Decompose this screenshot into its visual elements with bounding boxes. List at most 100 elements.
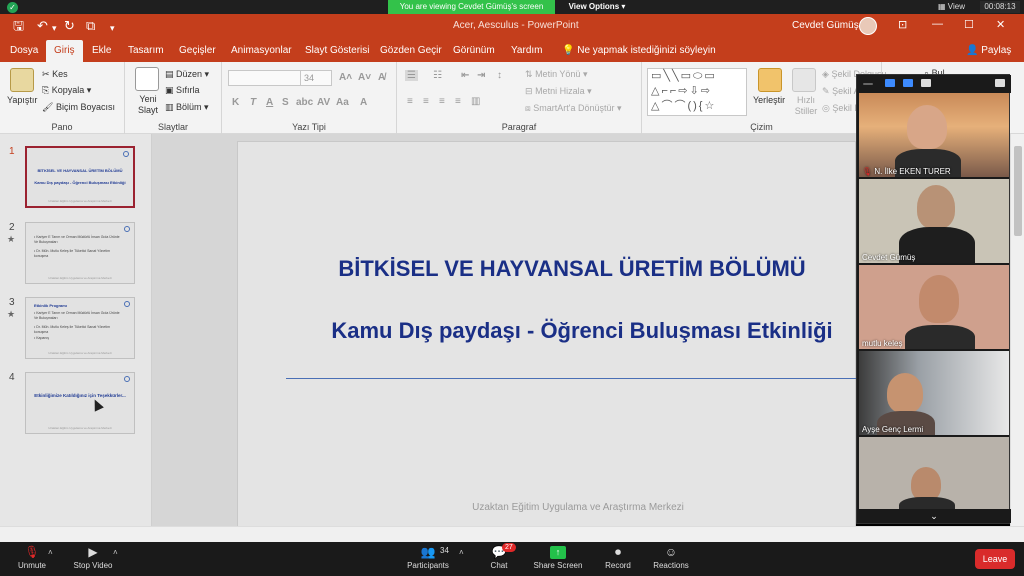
new-slide-button[interactable]: Yeni Slayt bbox=[134, 94, 162, 116]
shrink-font-icon[interactable]: A˅ bbox=[358, 72, 371, 83]
ribbon-display-icon[interactable]: ⊡ bbox=[898, 18, 907, 31]
tab-yardim[interactable]: Yardım bbox=[509, 40, 545, 62]
change-case-icon[interactable]: Aa bbox=[336, 97, 349, 108]
speaker-view-icon[interactable] bbox=[903, 79, 913, 87]
undo-icon[interactable]: ↶ bbox=[37, 18, 48, 34]
current-slide[interactable]: BİTKİSEL VE HAYVANSAL ÜRETİM BÖLÜMÜ Kamu… bbox=[237, 141, 857, 531]
customize-toolbar-icon[interactable]: ▾ bbox=[110, 20, 115, 36]
slide-thumbnail-4[interactable]: Etkinliğimize Katıldığınız için Teşekkür… bbox=[25, 372, 135, 434]
slide-thumbnail-2[interactable]: • Kariyer E Tarım ve Orman Müdürlü İnsan… bbox=[25, 222, 135, 284]
font-name-combo[interactable] bbox=[228, 70, 302, 86]
leave-button[interactable]: Leave bbox=[975, 549, 1015, 569]
avatar[interactable] bbox=[859, 17, 877, 35]
participant-tile[interactable]: mutlu keleş bbox=[859, 265, 1009, 349]
record-button[interactable]: ⏺ Record bbox=[600, 542, 636, 576]
ribbon-tabs: Dosya Giriş Ekle Tasarım Geçişler Animas… bbox=[0, 40, 1024, 62]
quick-styles-icon[interactable] bbox=[792, 68, 816, 92]
copy-button[interactable]: ⎘ Kopyala ▾ bbox=[42, 85, 91, 96]
paste-button[interactable]: Yapıştır bbox=[7, 95, 37, 105]
tab-gorunum[interactable]: Görünüm bbox=[451, 40, 497, 62]
tab-gozden-gecir[interactable]: Gözden Geçir bbox=[378, 40, 444, 62]
shield-icon[interactable]: ✓ bbox=[7, 2, 18, 13]
close-icon[interactable]: ✕ bbox=[996, 18, 1005, 31]
tab-giris[interactable]: Giriş bbox=[46, 40, 83, 62]
slide-subtitle[interactable]: Kamu Dış paydaşı - Öğrenci Buluşması Etk… bbox=[288, 316, 876, 345]
scrollbar-thumb[interactable] bbox=[1014, 146, 1022, 236]
reactions-button[interactable]: ☺ Reactions bbox=[650, 542, 692, 576]
increase-indent-icon[interactable]: ⇥ bbox=[477, 70, 485, 81]
chevron-down-icon[interactable]: ▾ bbox=[52, 20, 57, 36]
strikethrough-icon[interactable]: abc bbox=[296, 97, 313, 108]
participant-video bbox=[919, 275, 959, 323]
align-text-button[interactable]: ⊟ Metni Hizala ▾ bbox=[525, 86, 592, 97]
pen-icon: ✎ bbox=[822, 86, 830, 96]
tab-dosya[interactable]: Dosya bbox=[8, 40, 40, 62]
tell-me-search[interactable]: 💡 Ne yapmak istediğinizi söyleyin bbox=[562, 40, 716, 62]
participant-tile[interactable] bbox=[859, 437, 1009, 509]
minimize-strip-icon[interactable] bbox=[863, 83, 873, 85]
quick-styles-button[interactable]: Hızlı Stiller bbox=[792, 95, 820, 117]
slide-title[interactable]: BİTKİSEL VE HAYVANSAL ÜRETİM BÖLÜMÜ bbox=[288, 256, 856, 282]
decrease-indent-icon[interactable]: ⇤ bbox=[461, 70, 469, 81]
minimize-icon[interactable]: — bbox=[932, 18, 943, 30]
present-icon[interactable]: ⧉ bbox=[86, 18, 95, 34]
tab-ekle[interactable]: Ekle bbox=[90, 40, 113, 62]
columns-icon[interactable]: ▥ bbox=[471, 96, 480, 107]
bullets-icon[interactable]: ☰ bbox=[405, 70, 418, 81]
maximize-icon[interactable]: ☐ bbox=[964, 18, 974, 31]
participant-tile[interactable]: Cevdet Gümüş bbox=[859, 179, 1009, 263]
arrange-button[interactable]: Yerleştir bbox=[753, 95, 785, 105]
tab-gecisler[interactable]: Geçişler bbox=[177, 40, 218, 62]
tab-slayt-gosterisi[interactable]: Slayt Gösterisi bbox=[303, 40, 371, 62]
justify-icon[interactable]: ≡ bbox=[455, 96, 461, 107]
clear-format-icon[interactable]: A̸ bbox=[378, 72, 385, 83]
font-size-combo[interactable]: 34 bbox=[300, 70, 332, 86]
participant-tile[interactable]: 🎙 N. İlke EKEN TURER bbox=[859, 93, 1009, 177]
audio-options-icon[interactable]: ˄ bbox=[48, 548, 53, 557]
save-icon[interactable]: 🖫 bbox=[13, 18, 24, 34]
view-options-button[interactable]: View Options ▾ bbox=[558, 0, 636, 14]
gallery-view-icon[interactable] bbox=[921, 79, 931, 87]
user-name[interactable]: Cevdet Gümüş bbox=[792, 20, 859, 31]
arrange-icon[interactable] bbox=[758, 68, 782, 92]
tab-animasyonlar[interactable]: Animasyonlar bbox=[229, 40, 294, 62]
spacing-icon[interactable]: AV bbox=[317, 97, 330, 108]
share-screen-button[interactable]: ↑ Share Screen bbox=[532, 542, 584, 576]
align-right-icon[interactable]: ≡ bbox=[439, 96, 445, 107]
section-button[interactable]: ▥ Bölüm ▾ bbox=[165, 102, 209, 113]
italic-icon[interactable]: T bbox=[250, 97, 256, 108]
participant-tile[interactable]: Ayşe Genç Lermi bbox=[859, 351, 1009, 435]
shapes-gallery[interactable]: ▭╲╲▭⬭▭ △⌐⌐⇨⇩⇨ △⌒⌒(){☆ bbox=[647, 68, 747, 116]
smartart-button[interactable]: ⧈ SmartArt'a Dönüştür ▾ bbox=[525, 103, 622, 114]
paste-icon[interactable] bbox=[10, 68, 34, 92]
share-button[interactable]: 👤 Paylaş bbox=[966, 40, 1011, 62]
ppt-title-bar: 🖫 ↶ ▾ ↻ ⧉ ▾ Acer, Aesculus - PowerPoint … bbox=[0, 14, 1024, 40]
vertical-scrollbar[interactable] bbox=[1010, 134, 1024, 526]
video-options-icon[interactable]: ˄ bbox=[113, 548, 118, 557]
format-painter-button[interactable]: 🖌 Biçim Boyacısı bbox=[42, 102, 115, 113]
shadow-icon[interactable]: S bbox=[282, 97, 289, 108]
swap-view-icon[interactable] bbox=[995, 79, 1005, 87]
new-slide-icon[interactable] bbox=[135, 67, 159, 91]
underline-icon[interactable]: A bbox=[266, 97, 273, 108]
slide-thumbnail-3[interactable]: Etkinlik Programı • Kariyer E Tarım ve O… bbox=[25, 297, 135, 359]
tab-tasarim[interactable]: Tasarım bbox=[126, 40, 166, 62]
strip-view-icon[interactable] bbox=[885, 79, 895, 87]
text-direction-button[interactable]: ⇅ Metin Yönü ▾ bbox=[525, 69, 587, 80]
slide-thumbnail-1[interactable]: BİTKİSEL VE HAYVANSAL ÜRETİM BÖLÜMÜ Kamu… bbox=[25, 146, 135, 208]
grow-font-icon[interactable]: A˄ bbox=[339, 72, 352, 83]
chevron-down-icon[interactable]: ⌄ bbox=[857, 509, 1011, 523]
view-button[interactable]: ▦ View bbox=[938, 1, 972, 13]
stop-video-button[interactable]: ▶ Stop Video bbox=[70, 542, 116, 576]
font-color-icon[interactable]: A bbox=[360, 97, 367, 108]
cut-button[interactable]: ✂ Kes bbox=[42, 69, 68, 80]
numbering-icon[interactable]: ☷ bbox=[433, 70, 442, 81]
redo-icon[interactable]: ↻ bbox=[64, 18, 75, 34]
participants-options-icon[interactable]: ˄ bbox=[459, 548, 464, 557]
align-center-icon[interactable]: ≡ bbox=[423, 96, 429, 107]
line-spacing-icon[interactable]: ↕ bbox=[497, 70, 502, 81]
layout-button[interactable]: ▤ Düzen ▾ bbox=[165, 69, 209, 80]
align-left-icon[interactable]: ≡ bbox=[407, 96, 413, 107]
bold-icon[interactable]: K bbox=[232, 97, 239, 108]
reset-button[interactable]: ▣ Sıfırla bbox=[165, 85, 200, 96]
